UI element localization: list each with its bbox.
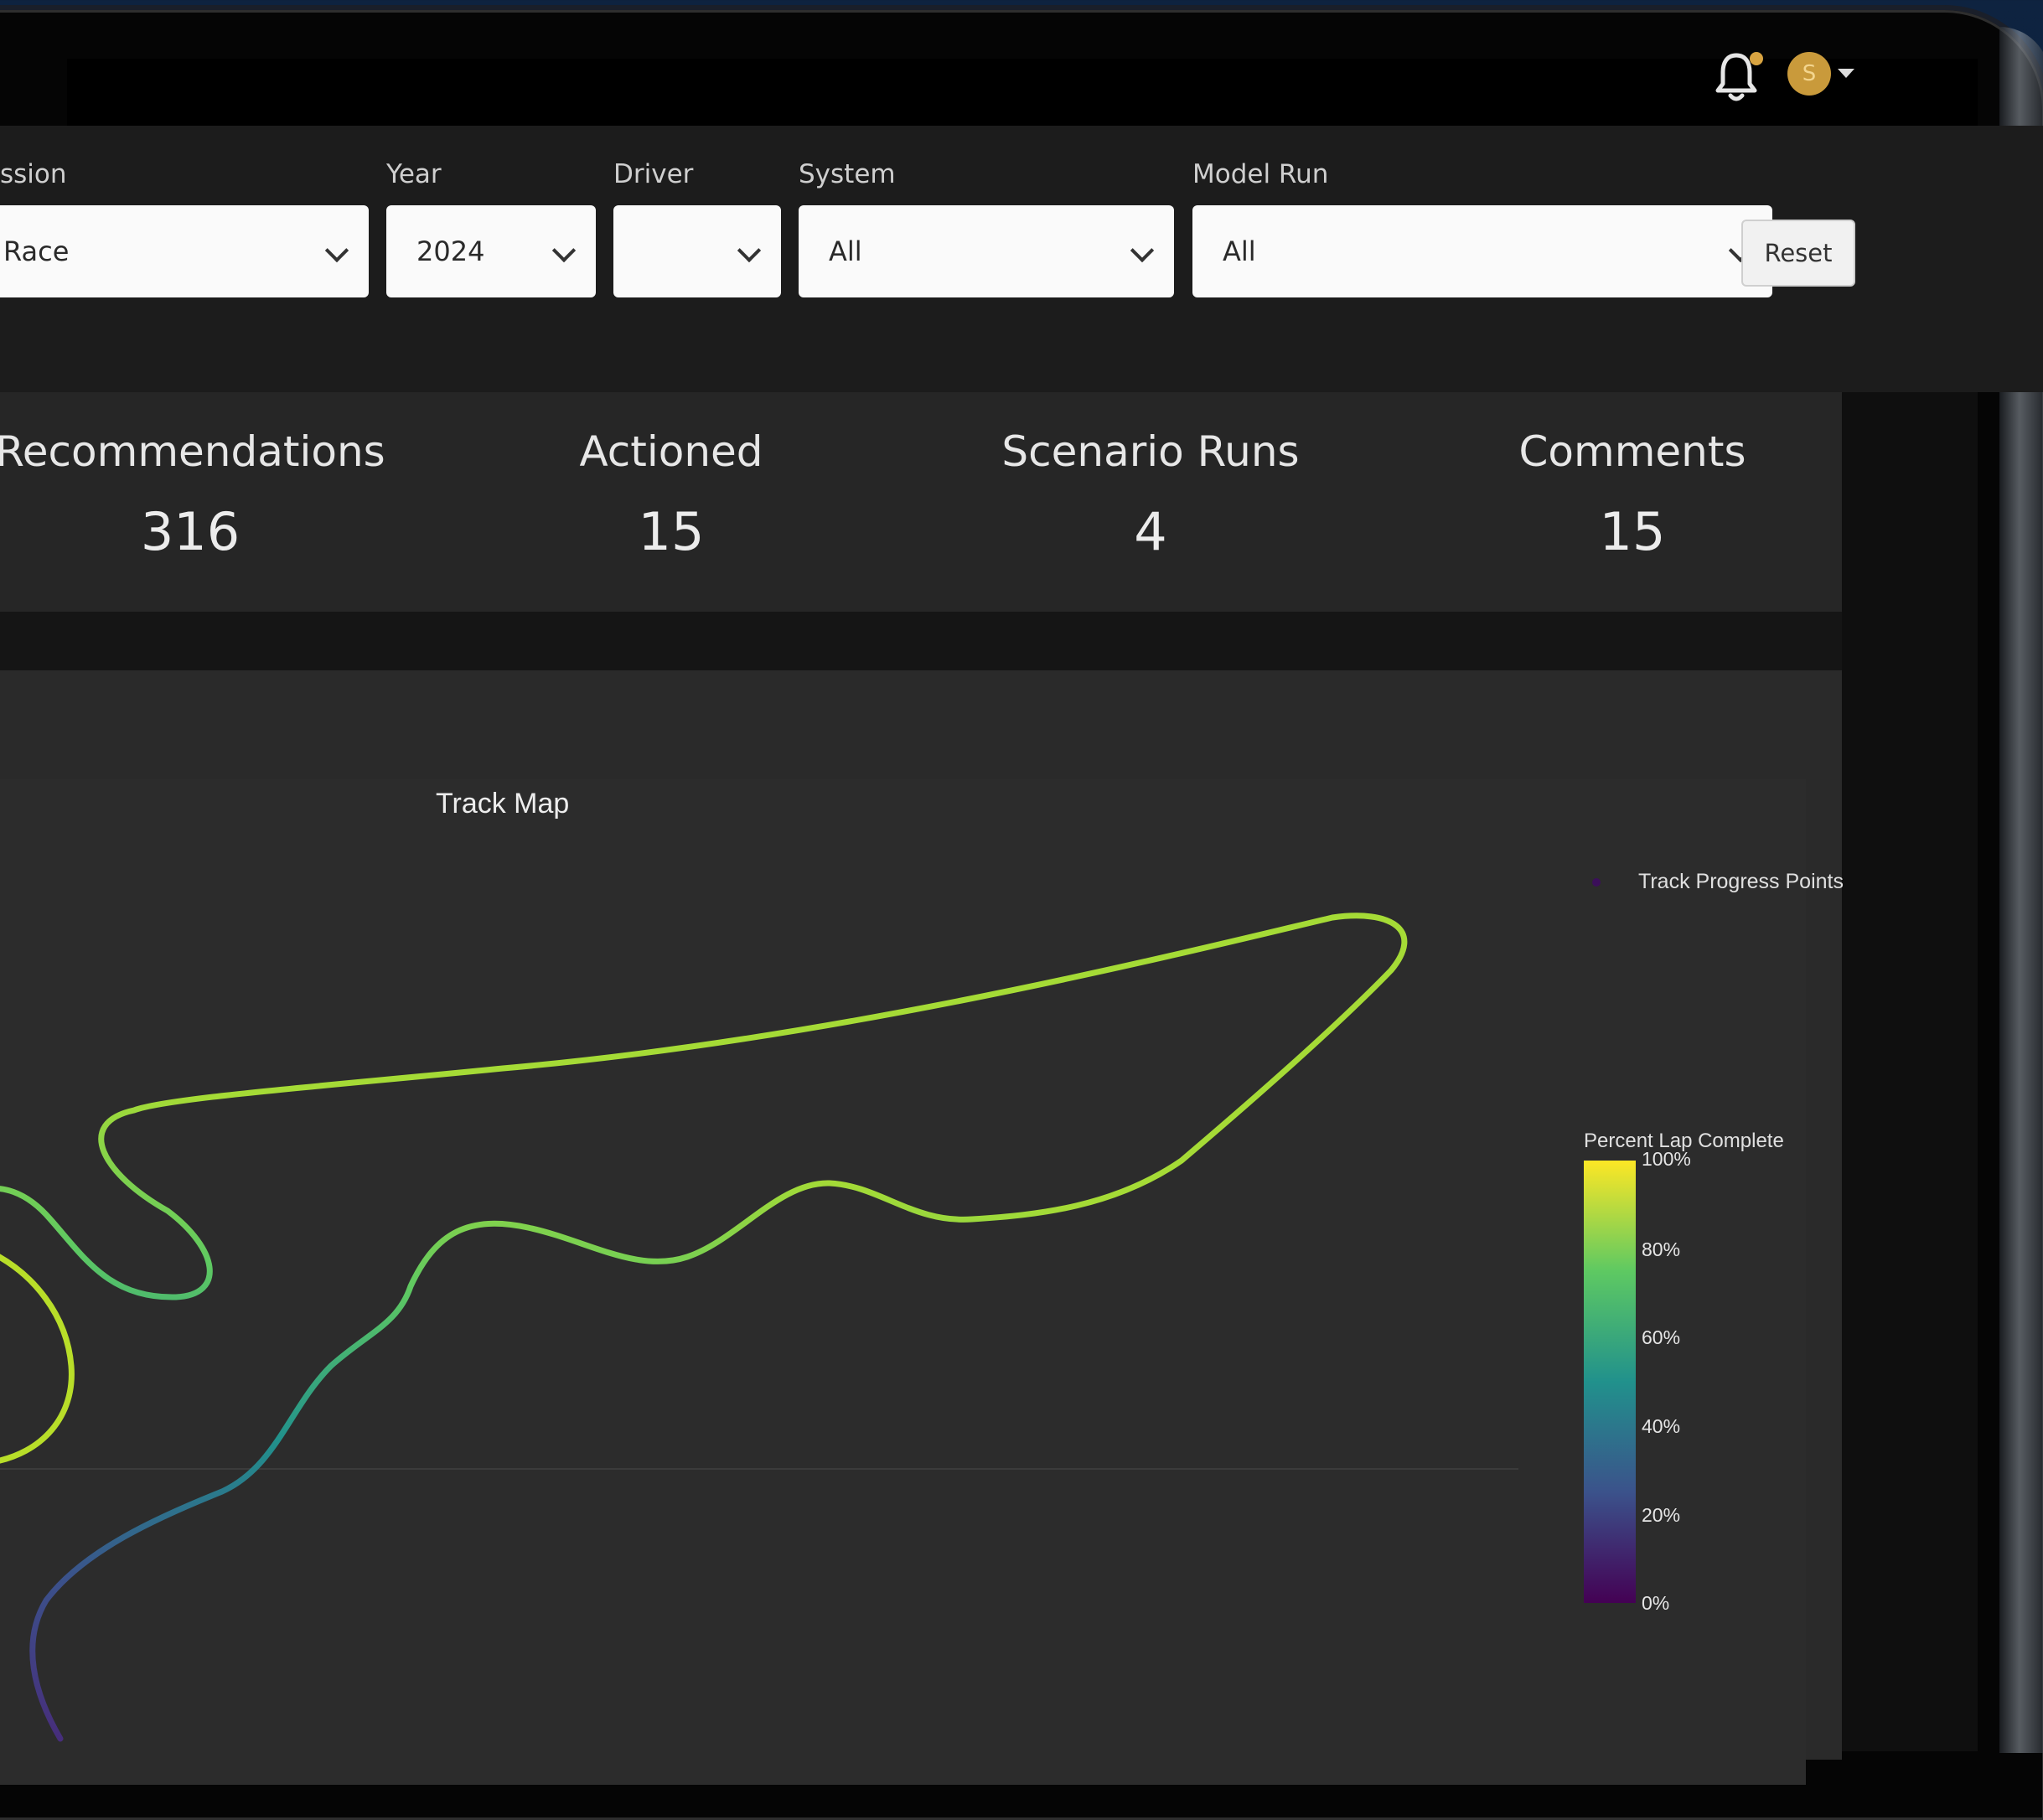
session-value: Race [3,235,70,267]
stat-actioned-label: Actioned [579,427,763,476]
chevron-down-icon [551,238,577,263]
year-value: 2024 [416,235,485,267]
colorbar-tick: 20% [1642,1504,1681,1526]
stat-scenario-runs-value: 4 [1134,501,1167,562]
system-label: System [799,159,896,189]
chevron-down-icon [324,238,349,263]
colorbar-tick: 100% [1642,1148,1691,1170]
model-run-select[interactable]: All [1192,205,1772,297]
chevron-down-icon [1130,238,1155,263]
plot-gridline [0,1468,1518,1470]
session-select[interactable]: Race [0,205,369,297]
colorbar-tick: 80% [1642,1238,1681,1260]
legend-marker [1592,878,1601,887]
year-select[interactable]: 2024 [386,205,596,297]
colorbar-tick: 60% [1642,1326,1681,1348]
stat-recommendations-value: 316 [140,501,241,562]
chart-title: Track Map [436,788,570,820]
reset-button[interactable]: Reset [1741,220,1855,287]
stat-recommendations-label: Recommendations [0,427,385,476]
notification-dot [1750,52,1763,65]
colorbar [1584,1161,1636,1603]
stat-scenario-runs-label: Scenario Runs [1001,427,1300,476]
colorbar-tick: 40% [1642,1415,1681,1437]
avatar-dropdown-icon[interactable] [1838,69,1854,78]
stat-comments-value: 15 [1599,501,1666,562]
model-run-label: Model Run [1192,159,1329,189]
driver-label: Driver [613,159,694,189]
system-value: All [829,235,862,267]
stat-actioned-value: 15 [638,501,705,562]
year-label: Year [386,159,442,189]
system-select[interactable]: All [799,205,1174,297]
legend-label[interactable]: Track Progress Points [1638,870,1844,894]
stat-comments-label: Comments [1518,427,1746,476]
session-label: ssion [0,159,67,189]
section-divider [0,612,1842,670]
colorbar-tick: 0% [1642,1592,1670,1614]
track-map-plot[interactable] [0,779,1806,1785]
chevron-down-icon [737,238,762,263]
driver-select[interactable] [613,205,781,297]
avatar[interactable]: S [1787,52,1831,96]
model-run-value: All [1223,235,1256,267]
